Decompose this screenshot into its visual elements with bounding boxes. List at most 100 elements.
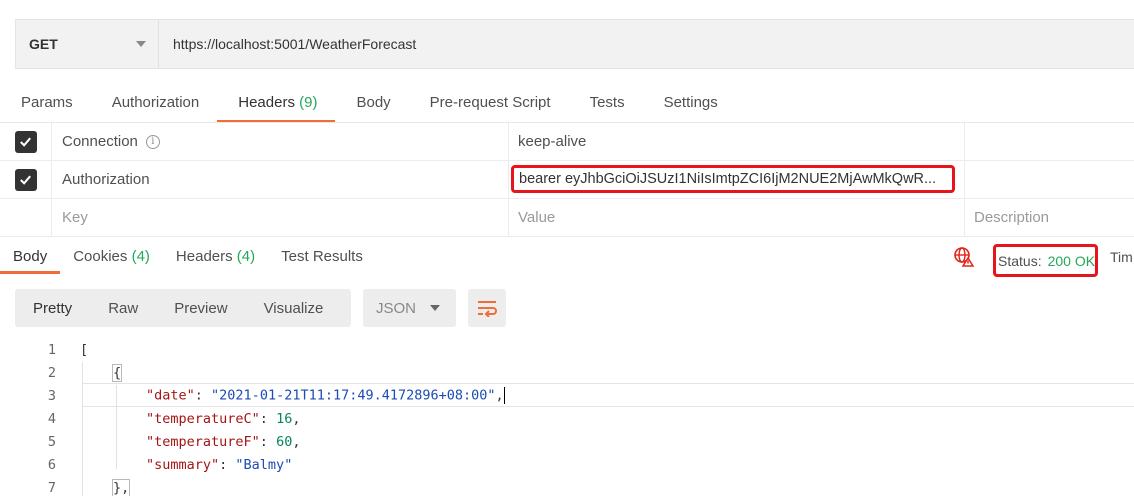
- response-tab-body[interactable]: Body: [0, 240, 61, 274]
- time-label[interactable]: Tim: [1110, 249, 1133, 265]
- json-comma: ,: [292, 410, 301, 427]
- header-description-cell[interactable]: [965, 123, 1134, 160]
- value-placeholder: Value: [518, 209, 556, 226]
- raw-button[interactable]: Raw: [90, 289, 156, 327]
- format-select[interactable]: JSON: [363, 289, 456, 327]
- tab-label: Cookies: [73, 248, 128, 265]
- tab-count: (9): [299, 94, 318, 111]
- status-label: Status:: [998, 252, 1042, 269]
- view-mode-group: Pretty Raw Preview Visualize: [15, 289, 351, 327]
- description-input[interactable]: Description: [965, 199, 1134, 236]
- visualize-button[interactable]: Visualize: [246, 289, 342, 327]
- wrap-lines-button[interactable]: [468, 289, 506, 327]
- header-key-cell[interactable]: Connection i: [52, 123, 509, 160]
- tab-body[interactable]: Body: [335, 86, 408, 123]
- tab-authorization[interactable]: Authorization: [91, 86, 218, 123]
- key-placeholder: Key: [62, 209, 88, 226]
- tab-label: Headers: [175, 248, 233, 265]
- tab-label: Pre-request Script: [429, 94, 551, 111]
- header-value-cell[interactable]: keep-alive: [509, 123, 965, 160]
- tab-label: Body: [356, 94, 391, 111]
- pretty-button[interactable]: Pretty: [15, 289, 90, 327]
- json-key: "date": [146, 387, 195, 404]
- info-icon[interactable]: i: [145, 134, 160, 149]
- preview-button[interactable]: Preview: [156, 289, 245, 327]
- line-number: 2: [47, 364, 56, 381]
- code-line: 7 },: [0, 476, 1134, 496]
- json-key: "temperatureC": [146, 410, 260, 427]
- method-select[interactable]: GET: [16, 20, 159, 68]
- json-value: "Balmy": [235, 456, 293, 473]
- headers-table: Connection i keep-alive Authorization be…: [0, 122, 1134, 237]
- code-text: [: [80, 341, 89, 358]
- header-key-cell[interactable]: Authorization: [52, 161, 509, 198]
- chevron-down-icon: [430, 305, 440, 311]
- tab-headers[interactable]: Headers (9): [217, 86, 336, 123]
- tab-label: Authorization: [111, 94, 200, 111]
- line-number: 4: [47, 410, 56, 427]
- authorization-token-highlight[interactable]: bearer eyJhbGciOiJSUzI1NiIsImtpZCI6IjM2N…: [511, 165, 955, 193]
- code-line: 4 "temperatureC": 16,: [0, 407, 1134, 430]
- json-comma: ,: [495, 387, 504, 404]
- json-value: "2021-01-21T11:17:49.4172896+08:00": [211, 387, 496, 404]
- code-line: 3 "date": "2021-01-21T11:17:49.4172896+0…: [0, 384, 1134, 407]
- line-number: 3: [47, 387, 56, 404]
- table-row-new: Key Value Description: [0, 199, 1134, 237]
- chevron-down-icon: [136, 41, 146, 47]
- code-line: 5 "temperatureF": 60,: [0, 430, 1134, 453]
- header-key: Authorization: [62, 171, 150, 188]
- header-value: bearer eyJhbGciOiJSUzI1NiIsImtpZCI6IjM2N…: [519, 171, 937, 187]
- response-tab-headers[interactable]: Headers (4): [163, 240, 268, 274]
- key-input[interactable]: Key: [52, 199, 509, 236]
- header-value: keep-alive: [518, 133, 587, 150]
- tab-label: Settings: [663, 94, 718, 111]
- row-checkbox-cell: [0, 161, 52, 198]
- json-key: "summary": [146, 456, 220, 473]
- tab-label: Params: [21, 94, 73, 111]
- response-tab-test-results[interactable]: Test Results: [268, 240, 376, 274]
- request-bar: GET https://localhost:5001/WeatherForeca…: [15, 19, 1134, 69]
- code-text: },: [111, 478, 131, 496]
- tab-label: Test Results: [281, 248, 363, 265]
- code-line: 1 [: [0, 338, 1134, 361]
- json-value: 16: [276, 410, 293, 427]
- checkbox[interactable]: [14, 168, 37, 191]
- response-tab-cookies[interactable]: Cookies (4): [60, 240, 163, 274]
- value-input[interactable]: Value: [509, 199, 965, 236]
- url-input[interactable]: https://localhost:5001/WeatherForecast: [159, 36, 416, 52]
- tab-settings[interactable]: Settings: [643, 86, 736, 123]
- json-key: "temperatureF": [146, 433, 260, 450]
- row-checkbox-cell: [0, 123, 52, 160]
- tab-label: Headers: [238, 94, 295, 111]
- checkbox[interactable]: [14, 130, 37, 153]
- json-comma: ,: [292, 433, 301, 450]
- header-description-cell[interactable]: [965, 161, 1134, 198]
- table-row: Authorization bearer eyJhbGciOiJSUzI1NiI…: [0, 161, 1134, 199]
- tab-params[interactable]: Params: [0, 86, 91, 123]
- status-indicator[interactable]: Status: 200 OK: [993, 244, 1098, 277]
- checkmark-icon: [20, 175, 31, 185]
- tab-tests[interactable]: Tests: [569, 86, 643, 123]
- description-placeholder: Description: [974, 209, 1050, 226]
- tab-pre-request-script[interactable]: Pre-request Script: [409, 86, 569, 123]
- status-value: 200 OK: [1047, 252, 1096, 269]
- line-number: 1: [47, 341, 56, 358]
- json-value: 60: [276, 433, 293, 450]
- line-number: 7: [47, 479, 56, 496]
- wrap-lines-icon: [478, 301, 497, 317]
- globe-warning-icon[interactable]: [953, 246, 975, 268]
- tab-count: (4): [131, 248, 150, 265]
- checkmark-icon: [20, 137, 31, 147]
- text-cursor: [503, 387, 505, 404]
- request-tabs: Params Authorization Headers (9) Body Pr…: [0, 86, 736, 123]
- method-label: GET: [29, 36, 58, 52]
- row-checkbox-cell: [0, 199, 52, 236]
- code-line: 2 {: [0, 361, 1134, 384]
- table-row: Connection i keep-alive: [0, 123, 1134, 161]
- tab-label: Body: [13, 248, 48, 265]
- line-number: 5: [47, 433, 56, 450]
- code-line: 6 "summary": "Balmy": [0, 453, 1134, 476]
- format-label: JSON: [376, 299, 417, 317]
- code-text: {: [111, 363, 123, 382]
- tab-label: Tests: [589, 94, 625, 111]
